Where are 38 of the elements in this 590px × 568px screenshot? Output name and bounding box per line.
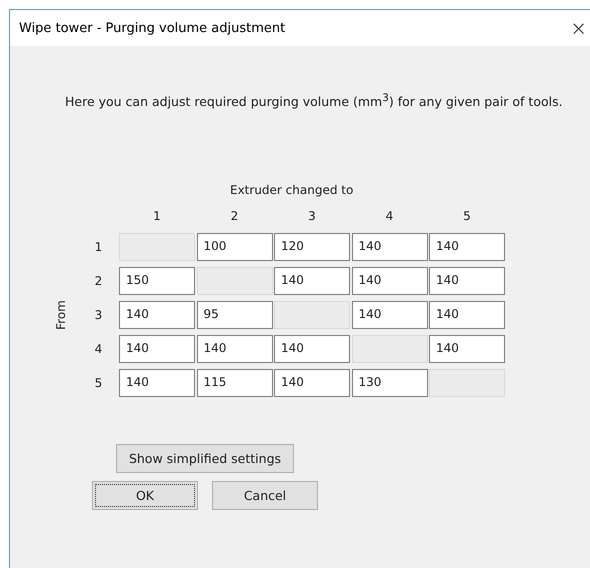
simplified-settings-button[interactable]: Show simplified settings	[116, 444, 294, 474]
value-field[interactable]: 120	[274, 233, 350, 262]
column-header: 4	[386, 209, 394, 224]
close-button[interactable]: ×	[570, 18, 587, 38]
row-header: 1	[94, 240, 102, 254]
value-field[interactable]: 140	[429, 233, 505, 262]
dialog-button[interactable]: Cancel	[212, 481, 318, 510]
row-title: From	[54, 300, 68, 330]
value-field[interactable]: 140	[352, 267, 428, 296]
column-header: 3	[308, 209, 316, 224]
column-title: Extruder changed to	[230, 183, 354, 198]
value-field[interactable]: 140	[119, 301, 195, 330]
column-header: 5	[463, 209, 471, 224]
value-field[interactable]: 140	[429, 301, 505, 330]
value-field[interactable]: 140	[119, 369, 195, 398]
row-header: 5	[94, 376, 102, 390]
value-field[interactable]: 150	[119, 267, 195, 296]
dialog-button[interactable]: OK	[92, 481, 198, 510]
value-field[interactable]: 140	[196, 335, 272, 364]
row-header: 4	[94, 342, 102, 356]
column-header: 1	[153, 209, 161, 224]
window-title: Wipe tower - Purging volume adjustment	[19, 20, 286, 36]
value-field[interactable]: 140	[274, 335, 350, 364]
value-field[interactable]: 140	[429, 267, 505, 296]
description-text: Here you can adjust required purging volume (mm$^{3}$) for any given pair of tools.	[65, 91, 564, 110]
value-field[interactable]: 140	[274, 369, 350, 398]
value-field[interactable]: 95	[196, 301, 272, 330]
row-header: 2	[94, 274, 102, 288]
value-field[interactable]: 140	[352, 301, 428, 330]
value-field[interactable]: 130	[352, 369, 428, 398]
value-field[interactable]: 100	[196, 233, 272, 262]
value-field[interactable]: 140	[352, 233, 428, 262]
column-header: 2	[230, 209, 238, 224]
value-field[interactable]: 140	[274, 267, 350, 296]
value-field[interactable]: 140	[429, 335, 505, 364]
value-field[interactable]: 115	[196, 369, 272, 398]
row-header: 3	[94, 308, 102, 322]
value-field[interactable]: 140	[119, 335, 195, 364]
